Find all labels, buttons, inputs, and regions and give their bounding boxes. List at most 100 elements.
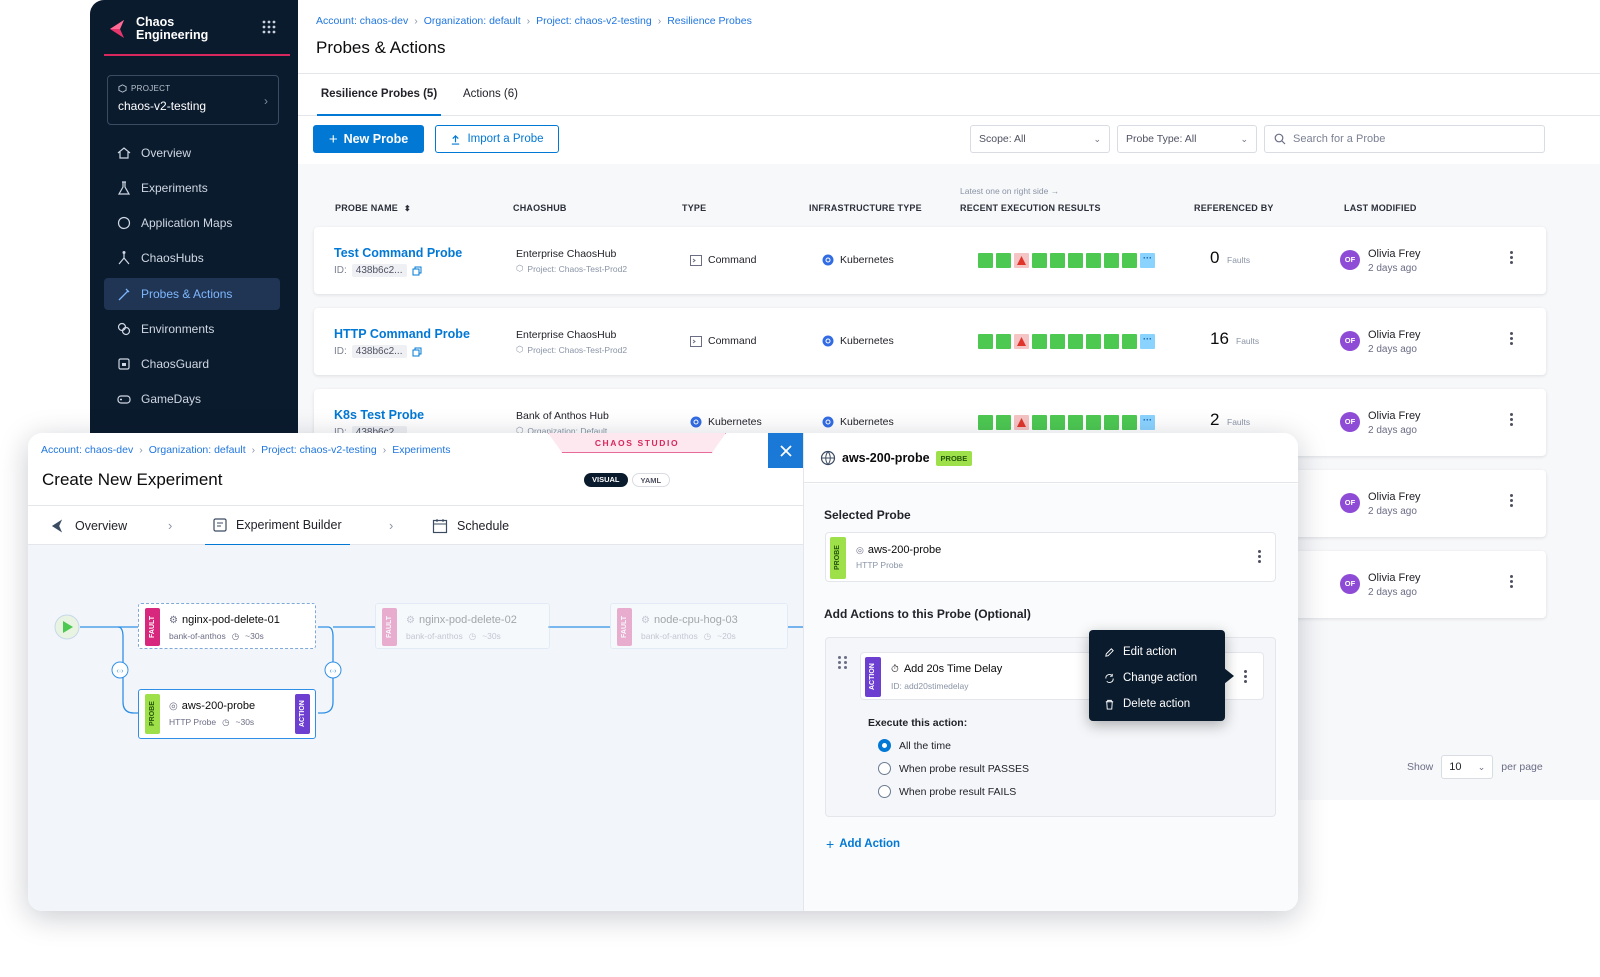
chevron-right-icon: › <box>168 518 173 533</box>
infrastructure-type: Kubernetes <box>822 335 894 347</box>
more-options-icon[interactable] <box>1510 494 1513 507</box>
more-options-icon[interactable] <box>1244 670 1247 683</box>
page-header: Account: chaos-dev › Organization: defaul… <box>298 0 1600 74</box>
project-name: chaos-v2-testing <box>118 99 207 113</box>
more-options-icon[interactable] <box>1510 332 1513 345</box>
globe-icon <box>820 450 836 466</box>
page-size-dropdown[interactable]: 10 ⌄ <box>1441 755 1494 779</box>
result-passed <box>1104 253 1119 268</box>
import-probe-button[interactable]: Import a Probe <box>435 125 559 153</box>
app-switcher-grid-icon[interactable] <box>262 20 276 34</box>
visual-toggle[interactable]: VISUAL <box>584 473 628 487</box>
tab-actions[interactable]: Actions (6) <box>463 74 518 116</box>
close-panel-button[interactable] <box>768 433 803 468</box>
probe-type-text: Command <box>708 254 757 266</box>
import-probe-label: Import a Probe <box>467 133 544 145</box>
flask-icon <box>117 181 131 195</box>
probe-type-value: Probe Type: All <box>1126 133 1197 145</box>
more-options-icon[interactable] <box>1510 251 1513 264</box>
result-passed <box>1122 253 1137 268</box>
chaoshub-name: Enterprise ChaosHub <box>516 329 617 341</box>
node-time: ~20s <box>717 631 736 641</box>
project-selector[interactable]: PROJECT chaos-v2-testing › <box>107 75 279 125</box>
fault-icon: ⚙ <box>641 614 650 626</box>
result-passed <box>978 334 993 349</box>
fault-node[interactable]: FAULT ⚙ nginx-pod-delete-01 bank-of-antho… <box>138 603 316 649</box>
selected-probe-name: aws-200-probe <box>867 544 942 556</box>
more-results-button[interactable]: ··· <box>1140 334 1155 349</box>
menu-item-edit-action[interactable]: Edit action <box>1089 639 1225 665</box>
menu-item-change-action[interactable]: Change action <box>1089 665 1225 691</box>
breadcrumb: Account: chaos-dev › Organization: defaul… <box>316 15 752 27</box>
fault-node[interactable]: FAULT ⚙ node-cpu-hog-03 bank-of-anthos ◷ ~2… <box>610 603 788 649</box>
breadcrumb-current[interactable]: Resilience Probes <box>667 15 752 27</box>
probe-type-dropdown[interactable]: Probe Type: All ⌄ <box>1117 125 1257 153</box>
close-icon <box>779 444 792 457</box>
sidebar-item-probes-actions[interactable]: Probes & Actions <box>104 278 280 310</box>
copy-icon[interactable] <box>412 266 422 276</box>
yaml-toggle[interactable]: YAML <box>631 473 671 487</box>
breadcrumb-separator: › <box>657 15 662 27</box>
breadcrumb-organization[interactable]: Organization: default <box>149 444 246 456</box>
app-logo[interactable]: Chaos Engineering <box>106 16 208 42</box>
upload-icon <box>452 134 460 145</box>
calendar-icon <box>432 519 448 534</box>
more-results-button[interactable]: ··· <box>1140 253 1155 268</box>
step-overview[interactable]: Overview <box>48 506 127 546</box>
radio-when-fails[interactable]: When probe result FAILS <box>878 785 1016 798</box>
node-sub: HTTP Probe <box>169 717 217 727</box>
table-row[interactable]: HTTP Command Probe ID: 438b6c2... Enterpr… <box>314 308 1546 375</box>
probe-node[interactable]: PROBE ◎ aws-200-probe HTTP Probe ◷ ~30s ACT… <box>138 689 316 739</box>
sidebar-item-experiments[interactable]: Experiments <box>104 172 280 204</box>
modified-by: Olivia Frey <box>1368 572 1421 584</box>
sidebar-item-chaosguard[interactable]: ChaosGuard <box>104 348 280 380</box>
step-schedule[interactable]: Schedule <box>432 506 509 546</box>
scope-dropdown[interactable]: Scope: All ⌄ <box>970 125 1110 153</box>
fault-node[interactable]: FAULT ⚙ nginx-pod-delete-02 bank-of-antho… <box>375 603 550 649</box>
sidebar-item-environments[interactable]: Environments <box>104 313 280 345</box>
radio-label: When probe result FAILS <box>899 785 1017 798</box>
chevron-right-icon: › <box>389 518 394 533</box>
node-subtitle: bank-of-anthos ◷ ~30s <box>406 631 501 642</box>
sidebar-item-application-maps[interactable]: Application Maps <box>104 207 280 239</box>
more-results-button[interactable]: ··· <box>1140 415 1155 430</box>
radio-when-passes[interactable]: When probe result PASSES <box>878 762 1029 775</box>
breadcrumb-organization[interactable]: Organization: default <box>424 15 521 27</box>
sidebar-item-overview[interactable]: Overview <box>104 137 280 169</box>
breadcrumb-account[interactable]: Account: chaos-dev <box>316 15 408 27</box>
sidebar-item-gamedays[interactable]: GameDays <box>104 383 280 415</box>
breadcrumb-project[interactable]: Project: chaos-v2-testing <box>536 15 652 27</box>
experiment-canvas[interactable]: ‹·› ‹·› FAULT ⚙ nginx-pod-delete-01 bank-… <box>28 545 803 911</box>
drag-handle-icon[interactable] <box>838 656 847 669</box>
referenced-by-label: Faults <box>1227 417 1251 427</box>
sort-icon[interactable]: ⬍ <box>404 204 411 213</box>
node-subtitle: bank-of-anthos ◷ ~30s <box>169 631 264 642</box>
menu-item-delete-action[interactable]: Delete action <box>1089 691 1225 717</box>
tab-resilience-probes[interactable]: Resilience Probes (5) <box>317 74 441 116</box>
radio-all-the-time[interactable]: All the time <box>878 739 951 752</box>
breadcrumb-project[interactable]: Project: chaos-v2-testing <box>261 444 377 456</box>
step-experiment-builder[interactable]: Experiment Builder <box>205 506 350 546</box>
experiment-steps: Overview › Experiment Builder › Schedule <box>28 505 803 546</box>
new-probe-button[interactable]: + New Probe <box>313 125 424 153</box>
scope-icon: ⬡ <box>516 263 524 273</box>
more-options-icon[interactable] <box>1510 575 1513 588</box>
probe-name-link[interactable]: Test Command Probe <box>334 246 462 260</box>
copy-icon[interactable] <box>412 347 422 357</box>
selected-probe-card[interactable]: PROBE ◎ aws-200-probe HTTP Probe <box>825 532 1276 582</box>
probe-name-link[interactable]: HTTP Command Probe <box>334 327 470 341</box>
table-row[interactable]: Test Command Probe ID: 438b6c2... Enterpr… <box>314 227 1546 294</box>
pagination: Show 10 ⌄ per page <box>1407 755 1543 779</box>
probe-name-link[interactable]: K8s Test Probe <box>334 408 424 422</box>
add-action-button[interactable]: + Add Action <box>826 836 900 852</box>
sidebar-item-chaoshubs[interactable]: ChaosHubs <box>104 242 280 274</box>
node-sub: bank-of-anthos <box>406 631 463 641</box>
more-options-icon[interactable] <box>1510 413 1513 426</box>
more-options-icon[interactable] <box>1258 550 1261 563</box>
search-input[interactable]: Search for a Probe <box>1264 125 1545 153</box>
plus-icon: + <box>328 130 338 148</box>
breadcrumb-separator: › <box>526 15 531 27</box>
column-header-probe-name[interactable]: PROBE NAME ⬍ <box>335 203 411 213</box>
breadcrumb-account[interactable]: Account: chaos-dev <box>41 444 133 456</box>
breadcrumb-experiments[interactable]: Experiments <box>392 444 450 456</box>
